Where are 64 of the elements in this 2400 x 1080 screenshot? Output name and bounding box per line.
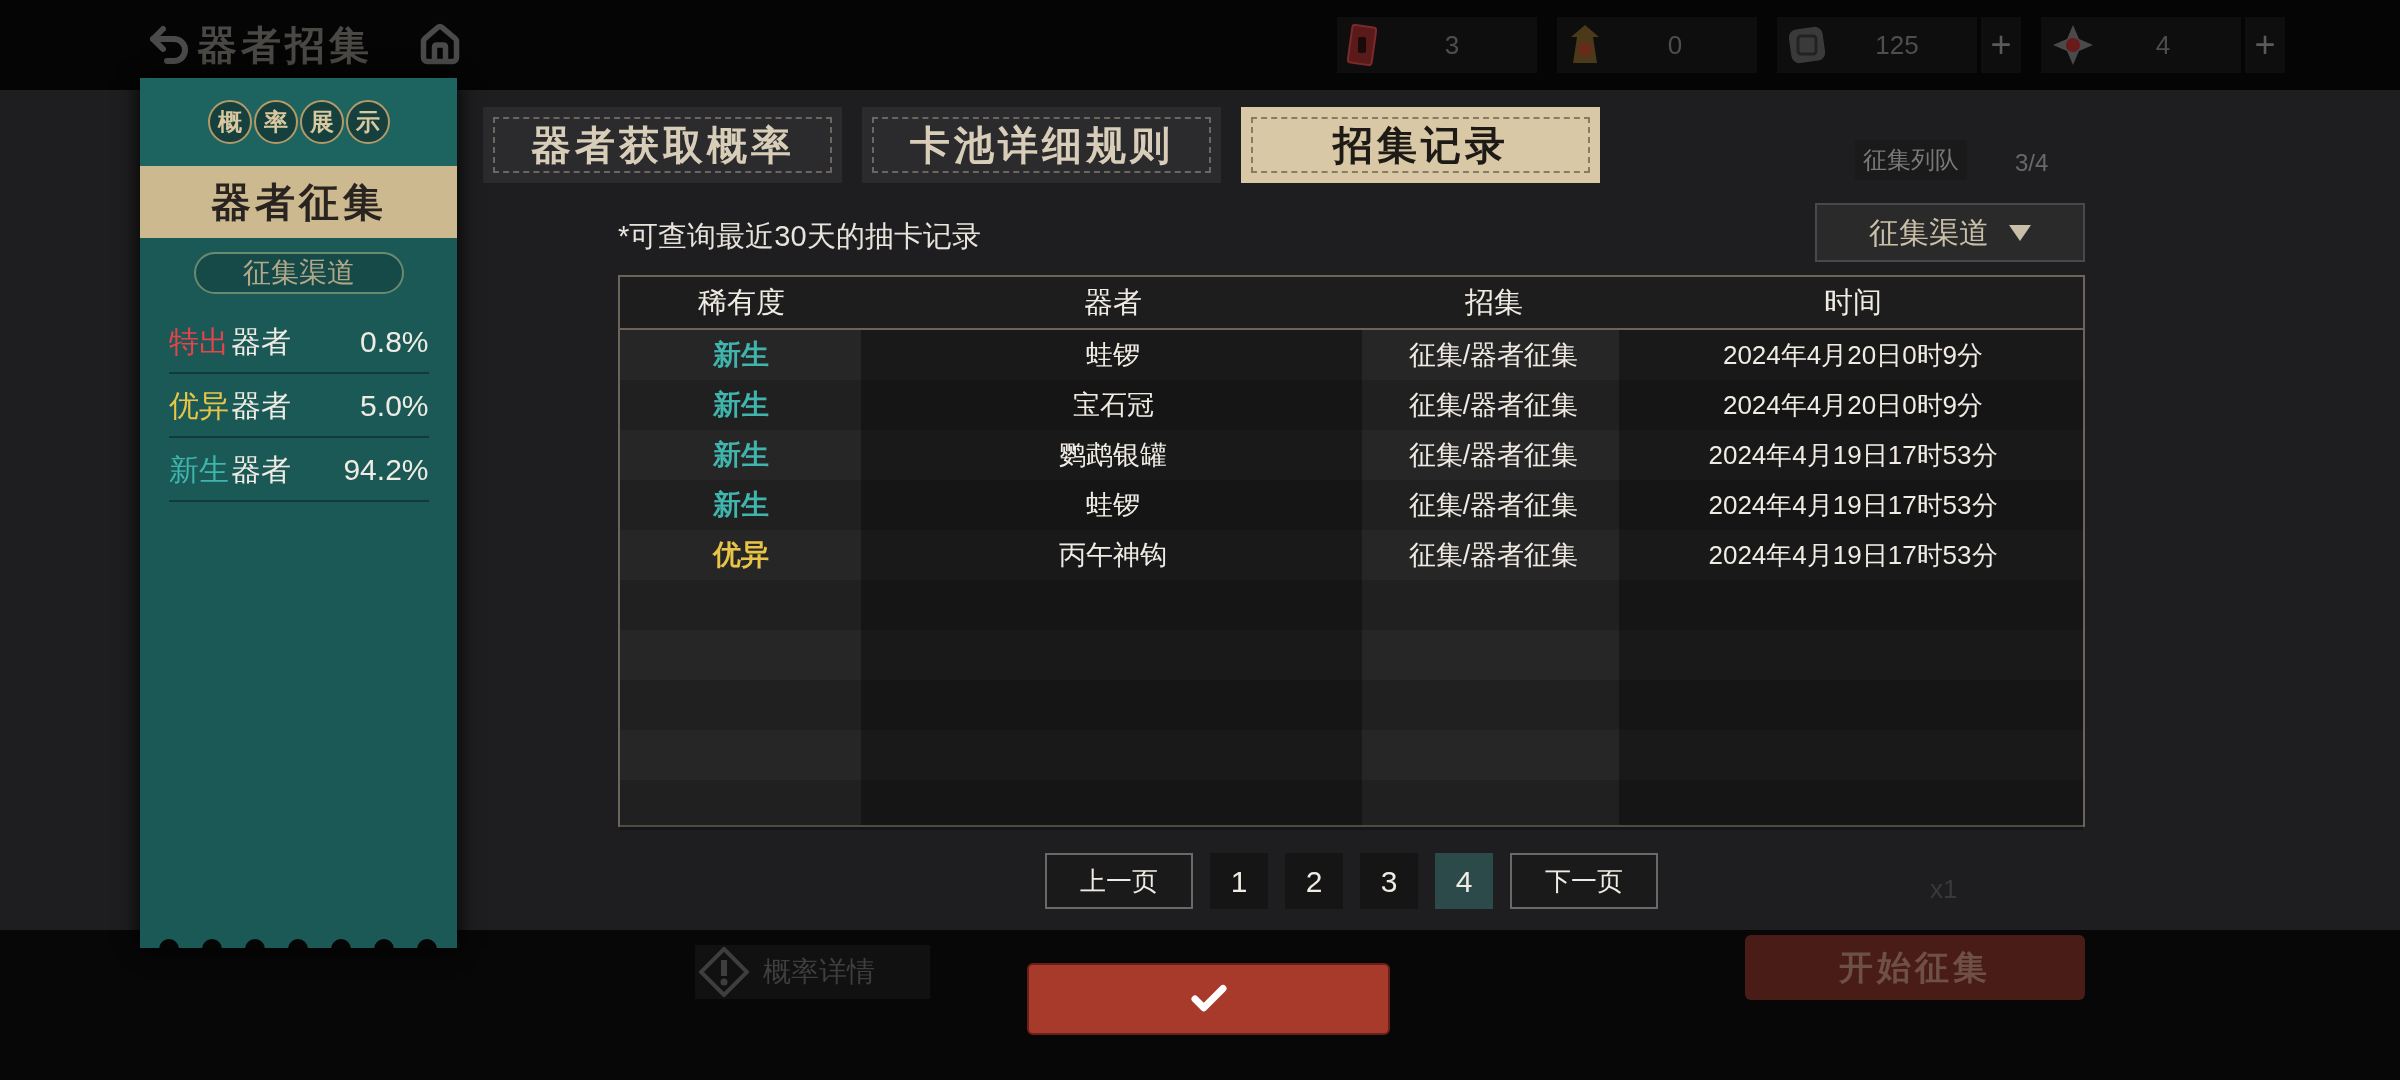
queue-count: 3/4 [2015, 148, 2049, 178]
rarity-text: 新生 [713, 338, 769, 372]
note-text: *可查询最近30天的抽卡记录 [618, 219, 981, 254]
previous-page-button[interactable]: 上一页 [1045, 853, 1193, 909]
tab[interactable]: 招集记录 [1241, 107, 1600, 183]
warning-diamond-icon [699, 947, 749, 997]
rarity-label: 优异 [168, 387, 229, 424]
table-cell-text: 征集/器者征集 [1407, 388, 1580, 422]
rate-value: 0.8% [360, 323, 429, 360]
card-icon [1347, 23, 1377, 67]
rarity-label: 特出 [168, 323, 229, 360]
table-cell-text: 丙午神钩 [1058, 538, 1168, 572]
rarity-text: 新生 [713, 438, 769, 472]
table-cell-text: 2024年4月19日17时53分 [1707, 538, 1999, 572]
panel-title: 器者征集 [140, 166, 457, 238]
page-number-button[interactable]: 1 [1210, 853, 1268, 909]
table-cell-text: 征集/器者征集 [1407, 438, 1580, 472]
item-label: 器者 [230, 387, 291, 424]
column-header: 稀有度 [696, 284, 786, 320]
rate-value: 5.0% [360, 387, 429, 424]
table-cell-text: 蛙锣 [1085, 488, 1141, 522]
home-icon[interactable] [418, 23, 462, 67]
badge-character: 率 [253, 100, 298, 144]
table-cell-text: 2024年4月19日17时53分 [1707, 438, 1999, 472]
table-cell-text: 鹦鹉银罐 [1058, 438, 1168, 472]
next-page-button[interactable]: 下一页 [1510, 853, 1658, 909]
badge-character: 示 [345, 100, 390, 144]
rarity-text: 优异 [713, 538, 769, 572]
tab[interactable]: 卡池详细规则 [862, 107, 1221, 183]
table-cell-text: 宝石冠 [1071, 388, 1155, 422]
table-cell-text: 2024年4月20日0时9分 [1721, 338, 1985, 372]
confirm-button[interactable] [1027, 963, 1390, 1035]
table-cell-text: 征集/器者征集 [1407, 338, 1580, 372]
tab[interactable]: 器者获取概率 [483, 107, 842, 183]
resource-amount: 125 [1874, 28, 1920, 62]
badge-character: 展 [299, 100, 344, 144]
table-cell-text: 蛙锣 [1085, 338, 1141, 372]
column-header: 招集 [1463, 284, 1524, 320]
resource-amount: 3 [1443, 28, 1461, 62]
resource-amount: 4 [2154, 28, 2172, 62]
resource-amount: 0 [1666, 28, 1684, 62]
page-number-button[interactable]: 2 [1285, 853, 1343, 909]
channel-label: 征集渠道 [193, 252, 404, 294]
item-label: 器者 [230, 323, 291, 360]
column-header: 时间 [1823, 284, 1883, 320]
rarity-text: 新生 [713, 388, 769, 422]
page-title: 器者招集 [197, 20, 373, 70]
page-number-button[interactable]: 4 [1435, 853, 1493, 909]
square-coin-icon [1787, 25, 1827, 65]
dropdown-triangle-icon [2009, 224, 2031, 241]
table-cell-text: 2024年4月19日17时53分 [1707, 488, 1999, 522]
badge-character: 概 [207, 100, 252, 144]
channel-dropdown[interactable]: 征集渠道 [1815, 203, 2085, 262]
pinwheel-icon [2051, 23, 2095, 67]
page-number-button[interactable]: 3 [1360, 853, 1418, 909]
rate-value: 94.2% [343, 451, 429, 488]
table-cell-text: 征集/器者征集 [1407, 538, 1580, 572]
rarity-label: 新生 [168, 451, 229, 488]
rarity-text: 新生 [713, 488, 769, 522]
table-cell-text: 2024年4月20日0时9分 [1721, 388, 1985, 422]
table-cell-text: 征集/器者征集 [1407, 488, 1580, 522]
item-label: 器者 [230, 451, 291, 488]
column-header: 器者 [1083, 284, 1143, 320]
queue-label: 征集列队 [1855, 140, 1967, 180]
